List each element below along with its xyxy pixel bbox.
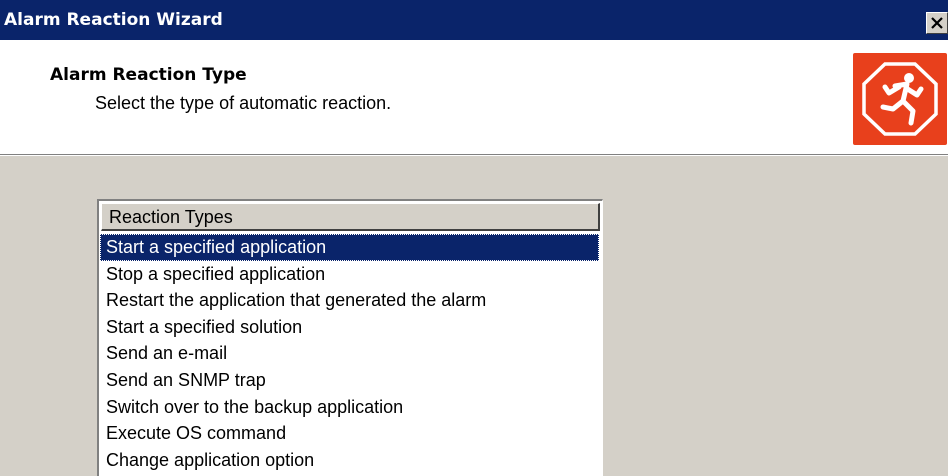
list-item[interactable]: Stop a specified application — [100, 261, 599, 288]
close-icon — [931, 17, 943, 29]
reaction-types-list[interactable]: Reaction Types Start a specified applica… — [97, 199, 603, 476]
stop-sign-running-man-icon — [853, 53, 947, 145]
list-item[interactable]: Send an SNMP trap — [100, 367, 599, 394]
title-bar[interactable]: Alarm Reaction Wizard — [0, 0, 948, 40]
list-item[interactable]: Start a specified solution — [100, 314, 599, 341]
list-item[interactable]: Restart the application that generated t… — [100, 287, 599, 314]
list-item[interactable]: Execute OS command — [100, 420, 599, 447]
column-header-reaction-types[interactable]: Reaction Types — [101, 203, 600, 231]
list-item[interactable]: Start a specified application — [100, 234, 599, 261]
list-item[interactable]: Change application option — [100, 447, 599, 474]
alarm-reaction-wizard-window: Alarm Reaction Wizard Alarm Reaction Typ… — [0, 0, 948, 476]
header-divider-highlight — [0, 155, 948, 156]
column-header-label: Reaction Types — [109, 207, 233, 227]
list-item[interactable]: Send an e-mail — [100, 340, 599, 367]
close-button[interactable] — [926, 12, 948, 34]
window-title: Alarm Reaction Wizard — [4, 10, 223, 30]
page-subtitle: Select the type of automatic reaction. — [95, 93, 392, 113]
page-title: Alarm Reaction Type — [50, 65, 247, 85]
list-item[interactable]: Switch over to the backup application — [100, 394, 599, 421]
list-body: Start a specified application Stop a spec… — [99, 234, 601, 473]
